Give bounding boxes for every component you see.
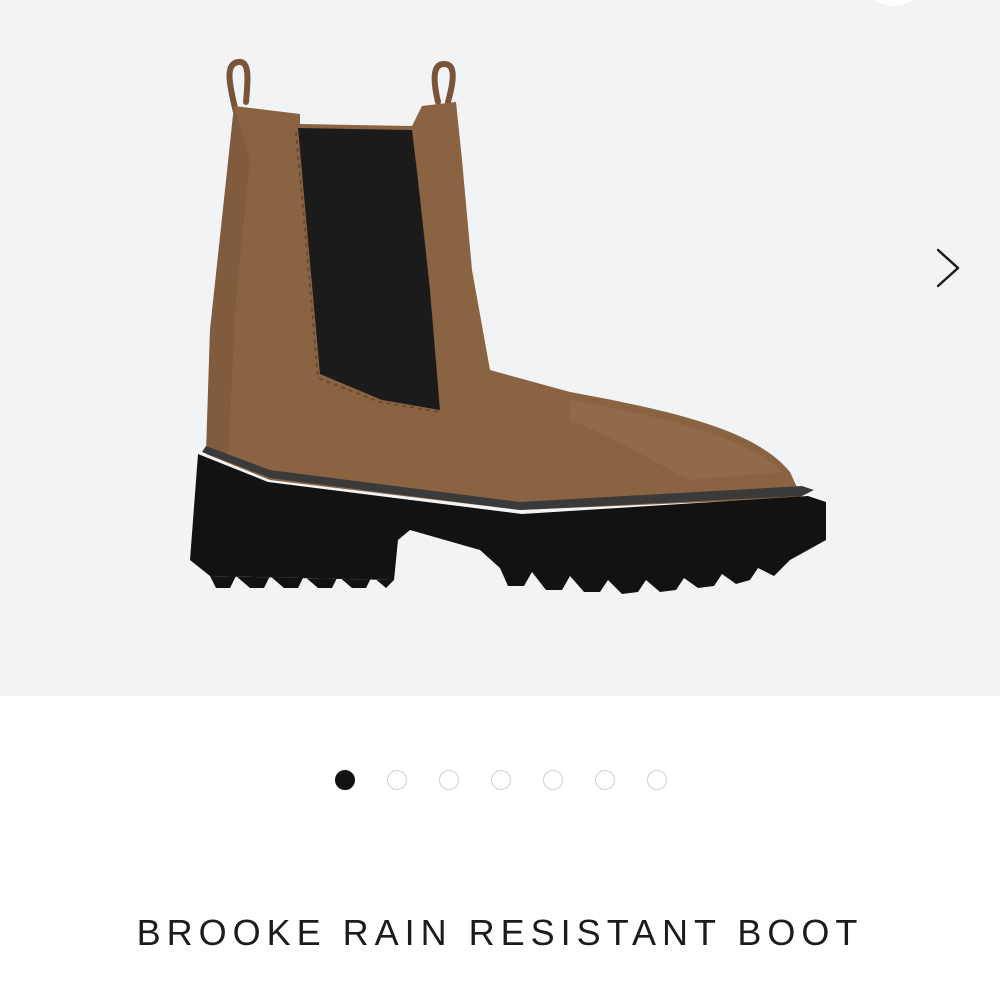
pagination-dot-6[interactable] <box>595 770 615 790</box>
pagination-dot-5[interactable] <box>543 770 563 790</box>
next-image-button[interactable] <box>920 240 976 296</box>
pagination-dot-7[interactable] <box>647 770 667 790</box>
pagination-dot-3[interactable] <box>439 770 459 790</box>
gallery-pagination <box>0 770 1000 794</box>
product-title: BROOKE RAIN RESISTANT BOOT <box>136 912 864 954</box>
overlay-button-partial[interactable] <box>862 0 926 6</box>
product-image-gallery[interactable] <box>0 0 1000 696</box>
chevron-right-icon <box>936 248 960 288</box>
pagination-dot-2[interactable] <box>387 770 407 790</box>
product-image <box>190 59 826 594</box>
pagination-dot-4[interactable] <box>491 770 511 790</box>
pagination-dot-1[interactable] <box>335 770 355 790</box>
